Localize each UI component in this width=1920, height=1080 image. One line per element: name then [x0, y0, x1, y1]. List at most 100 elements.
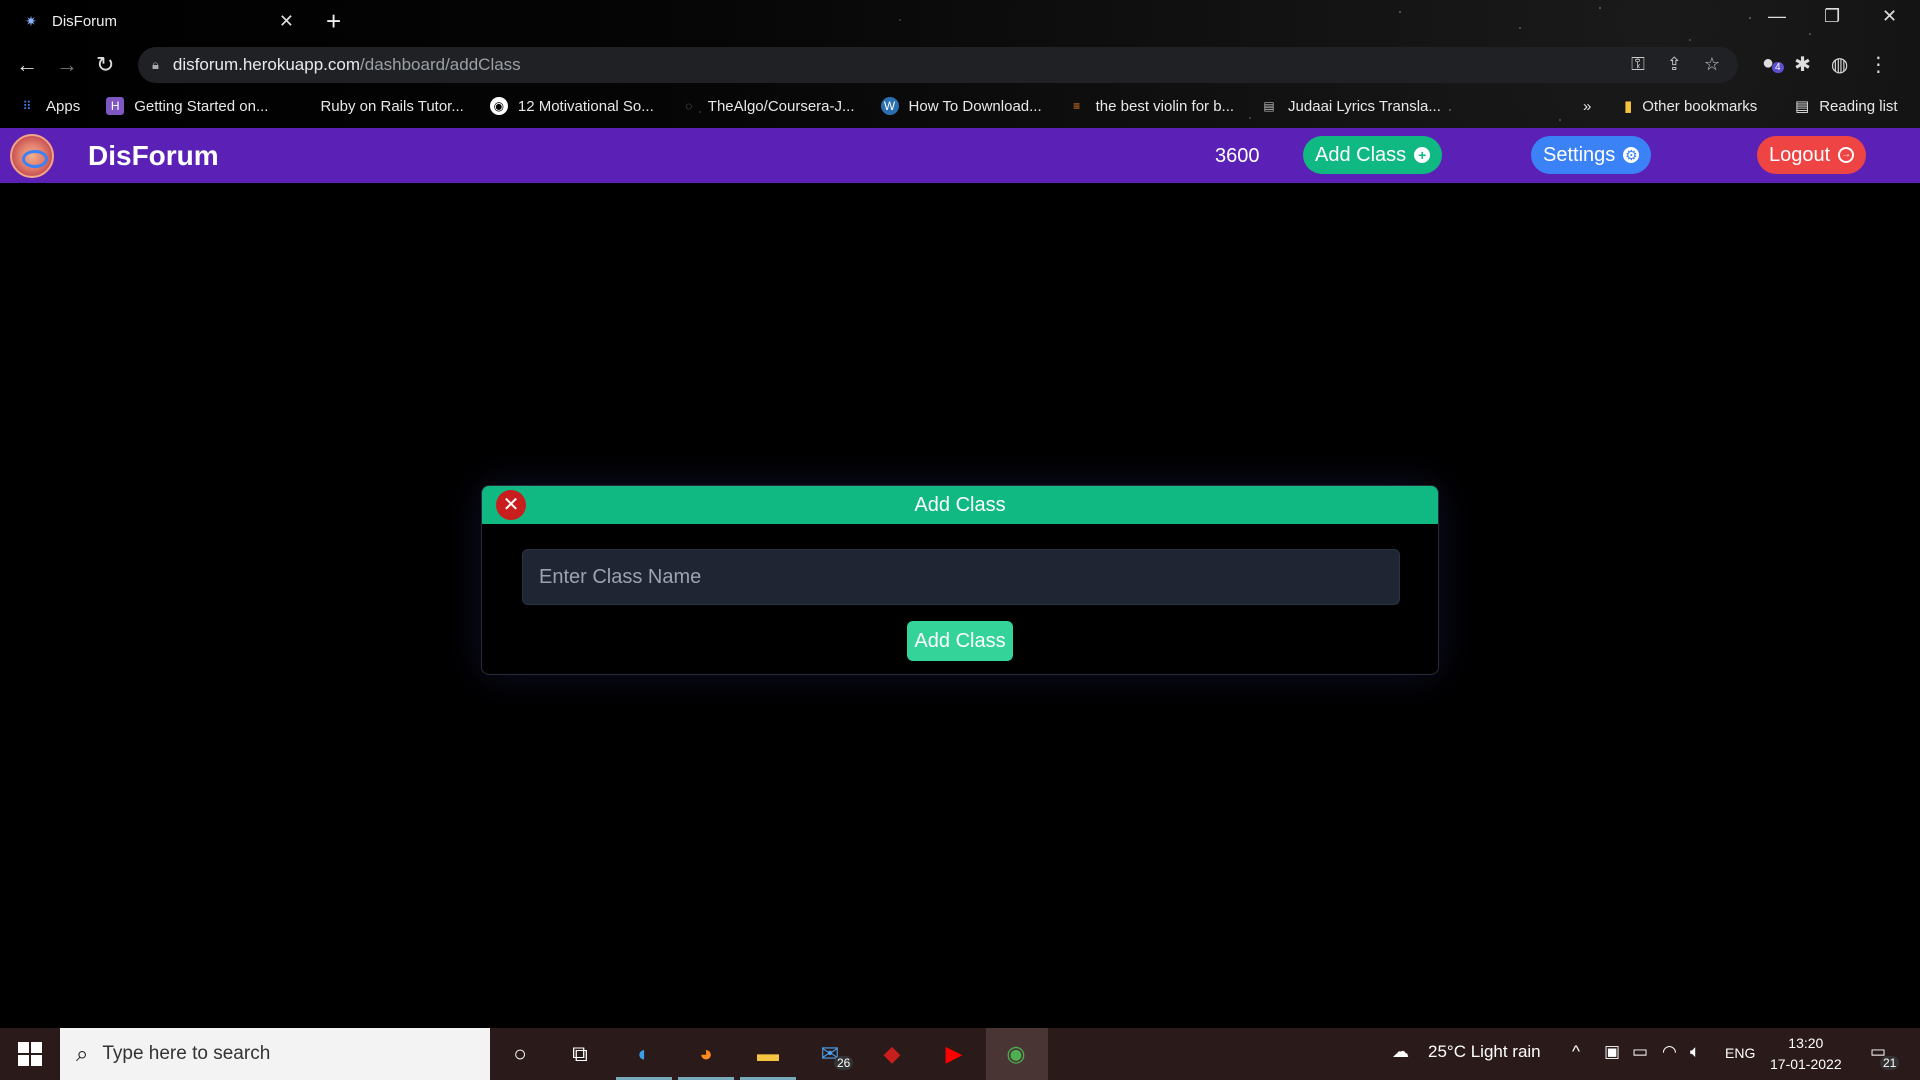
url-path: /dashboard/addClass	[360, 55, 521, 74]
brand-title[interactable]: DisForum	[88, 140, 219, 172]
restore-icon[interactable]: ❐	[1824, 6, 1840, 27]
task-view-icon[interactable]: ⧉	[562, 1038, 598, 1070]
chrome-icon[interactable]: ◉	[998, 1038, 1034, 1070]
logout-label: Logout	[1769, 143, 1831, 166]
bookmark-label: How To Download...	[908, 97, 1042, 115]
tab-title: DisForum	[52, 12, 118, 30]
heroku-icon: H	[106, 97, 125, 115]
back-icon[interactable]: ←	[16, 52, 38, 78]
extensions-area: ● 4 ✱ ◍ ⋮	[1762, 52, 1888, 77]
reading-list-label: Reading list	[1819, 97, 1898, 115]
language-indicator[interactable]: ENG	[1725, 1045, 1755, 1061]
bookmark-item[interactable]: Ruby on Rails Tutor...	[320, 98, 463, 115]
bookmark-item[interactable]: ◉ 12 Motivational So...	[489, 97, 654, 115]
bookmark-label: Apps	[46, 97, 81, 115]
weather-icon[interactable]: ☁	[1392, 1042, 1409, 1062]
github-icon: ◌	[685, 99, 693, 113]
windows-taskbar: ⌕ Type here to search ○ ⧉ ◐ ◕ ▬ ✉ 26 ◆ ▶…	[0, 1028, 1920, 1080]
reading-list-icon: ▤	[1795, 98, 1810, 115]
clock-time: 13:20	[1788, 1035, 1824, 1051]
logout-button[interactable]: Logout →	[1757, 136, 1867, 174]
disforum-logo[interactable]	[10, 134, 54, 178]
globe-icon: ◉	[489, 97, 508, 115]
minimize-icon[interactable]: —	[1768, 6, 1786, 27]
bookmark-label: Judaai Lyrics Transla...	[1288, 97, 1441, 115]
browser-chrome: ✷ DisForum ✕ + — ❐ ✕ ← → ↻ 🔒︎ disforum.h…	[0, 0, 1920, 128]
browser-tab[interactable]: ✷ DisForum ✕	[8, 2, 308, 40]
search-icon: ⌕	[76, 1041, 89, 1066]
taskbar-search[interactable]: ⌕ Type here to search	[60, 1028, 490, 1080]
notifications-badge: 21	[1880, 1056, 1900, 1070]
forward-icon[interactable]: →	[56, 52, 78, 78]
logout-icon: →	[1838, 147, 1855, 163]
profile-avatar-icon[interactable]: ◍	[1831, 52, 1848, 77]
bookmark-item[interactable]: H Getting Started on...	[106, 97, 268, 115]
bookmark-item[interactable]: ◌ TheAlgo/Coursera-J...	[680, 97, 855, 115]
bookmark-item[interactable]: ▤ Judaai Lyrics Transla...	[1260, 97, 1441, 115]
tab-favicon-icon: ✷	[25, 13, 37, 29]
settings-button[interactable]: Settings ⚙	[1531, 136, 1652, 174]
bookmark-star-icon[interactable]: ☆	[1704, 54, 1720, 75]
menu-dots-icon[interactable]: ⋮	[1868, 52, 1888, 77]
other-bookmarks[interactable]: ▮ Other bookmarks	[1624, 92, 1757, 120]
clock[interactable]: 13:20 17-01-2022	[1770, 1033, 1842, 1075]
wifi-icon[interactable]: ◠	[1662, 1042, 1677, 1062]
extension-icon[interactable]: ● 4	[1762, 52, 1784, 77]
meet-icon[interactable]: ▣	[1604, 1042, 1620, 1062]
plus-circle-icon: +	[1414, 147, 1431, 163]
url-host: disforum.herokuapp.com	[172, 55, 361, 74]
mail-badge: 26	[834, 1056, 854, 1070]
app-icon[interactable]: ◆	[874, 1038, 910, 1070]
battery-icon[interactable]: ▭	[1632, 1042, 1648, 1062]
key-icon[interactable]: ⚿	[1631, 54, 1645, 75]
navigation-row: ← → ↻ 🔒︎ disforum.herokuapp.com /dashboa…	[0, 46, 1920, 84]
reading-list[interactable]: ▤ Reading list	[1795, 92, 1898, 120]
page-icon: ▤	[1263, 99, 1275, 113]
modal-close-button[interactable]: ✕	[496, 490, 526, 520]
weather-text[interactable]: 25°C Light rain	[1428, 1042, 1541, 1062]
add-class-label: Add Class	[1315, 143, 1407, 166]
add-class-button[interactable]: Add Class +	[1303, 136, 1443, 174]
bookmark-item[interactable]: ≡ the best violin for b...	[1068, 97, 1234, 115]
screen: { "browser": { "tab_title": "DisForum", …	[0, 0, 1920, 1080]
apps-grid-icon: ⠿	[22, 99, 32, 113]
volume-icon[interactable]: 🔈︎	[1690, 1042, 1700, 1062]
share-icon[interactable]: ⇪	[1667, 54, 1682, 75]
windows-start-icon[interactable]	[18, 1042, 42, 1066]
class-name-input[interactable]	[522, 549, 1400, 605]
firefox-icon[interactable]: ◕	[688, 1038, 724, 1070]
gear-icon: ⚙	[1623, 147, 1640, 163]
new-tab-button[interactable]: +	[326, 6, 341, 37]
file-explorer-icon[interactable]: ▬	[750, 1038, 786, 1070]
more-bookmarks-button[interactable]: »	[1583, 92, 1591, 120]
bookmark-label: Getting Started on...	[134, 97, 269, 115]
stackoverflow-icon: ≡	[1073, 99, 1081, 113]
add-class-submit-button[interactable]: Add Class	[907, 621, 1013, 661]
youtube-icon[interactable]: ▶	[936, 1038, 972, 1070]
modal-title: Add Class	[914, 493, 1006, 516]
tab-close-icon[interactable]: ✕	[279, 11, 294, 32]
folder-icon: ▮	[1624, 98, 1633, 115]
extension-badge: 4	[1772, 62, 1784, 73]
reload-icon[interactable]: ↻	[96, 52, 114, 78]
add-class-modal: ✕ Add Class Add Class	[481, 485, 1439, 675]
bookmark-label: TheAlgo/Coursera-J...	[707, 97, 855, 115]
modal-header: ✕ Add Class	[482, 486, 1438, 524]
wordpress-icon: W	[880, 97, 899, 115]
address-bar[interactable]: 🔒︎ disforum.herokuapp.com /dashboard/add…	[138, 47, 1738, 83]
bookmark-item[interactable]: W How To Download...	[880, 97, 1042, 115]
lock-icon: 🔒︎	[152, 57, 159, 72]
bookmark-label: Ruby on Rails Tutor...	[320, 97, 464, 115]
settings-label: Settings	[1543, 143, 1616, 166]
edge-icon[interactable]: ◐	[626, 1038, 662, 1070]
puzzle-icon[interactable]: ✱	[1794, 52, 1811, 77]
app-navbar: DisForum 3600 Add Class + Settings ⚙ Log…	[0, 128, 1920, 183]
window-close-icon[interactable]: ✕	[1882, 6, 1897, 27]
bookmark-label: the best violin for b...	[1095, 97, 1235, 115]
tray-chevron-icon[interactable]: ^	[1572, 1042, 1580, 1062]
other-bookmarks-label: Other bookmarks	[1642, 97, 1758, 115]
clock-date: 17-01-2022	[1770, 1056, 1842, 1072]
cortana-icon[interactable]: ○	[502, 1038, 538, 1070]
taskbar-search-placeholder: Type here to search	[102, 1043, 271, 1064]
bookmark-apps[interactable]: ⠿ Apps	[18, 97, 81, 115]
